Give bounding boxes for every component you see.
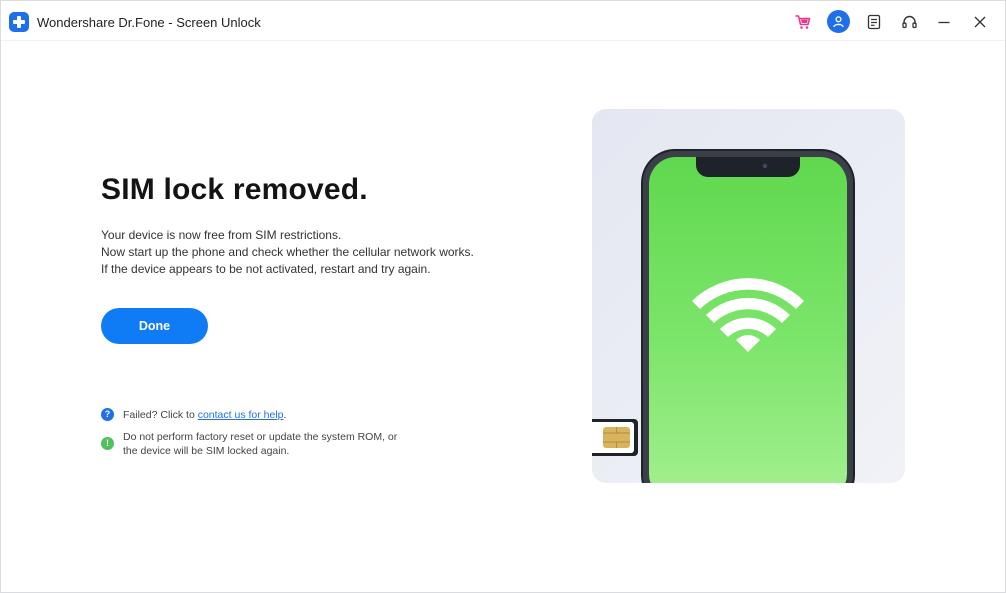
done-button[interactable]: Done xyxy=(101,308,208,344)
headset-support-icon[interactable] xyxy=(898,11,920,33)
phone-icon xyxy=(592,149,855,483)
question-icon: ? xyxy=(101,408,114,421)
sim-card-icon xyxy=(592,419,638,456)
phone-illustration xyxy=(592,109,905,483)
help-prefix: Failed? Click to xyxy=(123,409,198,421)
description-line: Now start up the phone and check whether… xyxy=(101,245,474,259)
help-suffix: . xyxy=(283,409,287,421)
description: Your device is now free from SIM restric… xyxy=(101,227,474,278)
account-icon[interactable] xyxy=(827,10,850,33)
app-window: Wondershare Dr.Fone - Screen Unlock SIM … xyxy=(0,0,1006,593)
cart-icon[interactable] xyxy=(792,11,814,33)
minimize-icon[interactable] xyxy=(933,11,955,33)
contact-help-link[interactable]: contact us for help xyxy=(198,409,284,421)
page-title: SIM lock removed. xyxy=(101,173,368,206)
feedback-icon[interactable] xyxy=(863,11,885,33)
description-line: Your device is now free from SIM restric… xyxy=(101,228,342,242)
description-line: If the device appears to be not activate… xyxy=(101,262,431,276)
warning-line: the device will be SIM locked again. xyxy=(123,445,290,457)
warning-line: Do not perform factory reset or update t… xyxy=(123,431,398,443)
window-title: Wondershare Dr.Fone - Screen Unlock xyxy=(37,15,261,30)
app-logo-icon xyxy=(9,12,29,32)
title-bar: Wondershare Dr.Fone - Screen Unlock xyxy=(1,1,1005,41)
exclamation-icon: ! xyxy=(101,437,114,450)
close-icon[interactable] xyxy=(969,11,991,33)
